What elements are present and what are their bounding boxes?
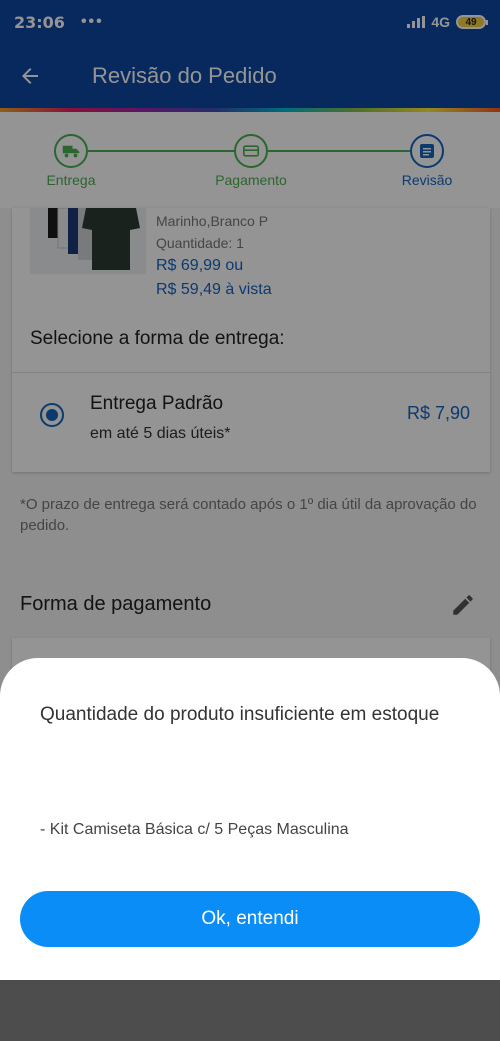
ok-button[interactable]: Ok, entendi — [20, 891, 480, 947]
system-nav-bar — [0, 980, 500, 1041]
dialog-item: - Kit Camiseta Básica c/ 5 Peças Masculi… — [40, 821, 349, 838]
stock-warning-dialog: Quantidade do produto insuficiente em es… — [0, 658, 500, 980]
dialog-title: Quantidade do produto insuficiente em es… — [40, 704, 440, 725]
